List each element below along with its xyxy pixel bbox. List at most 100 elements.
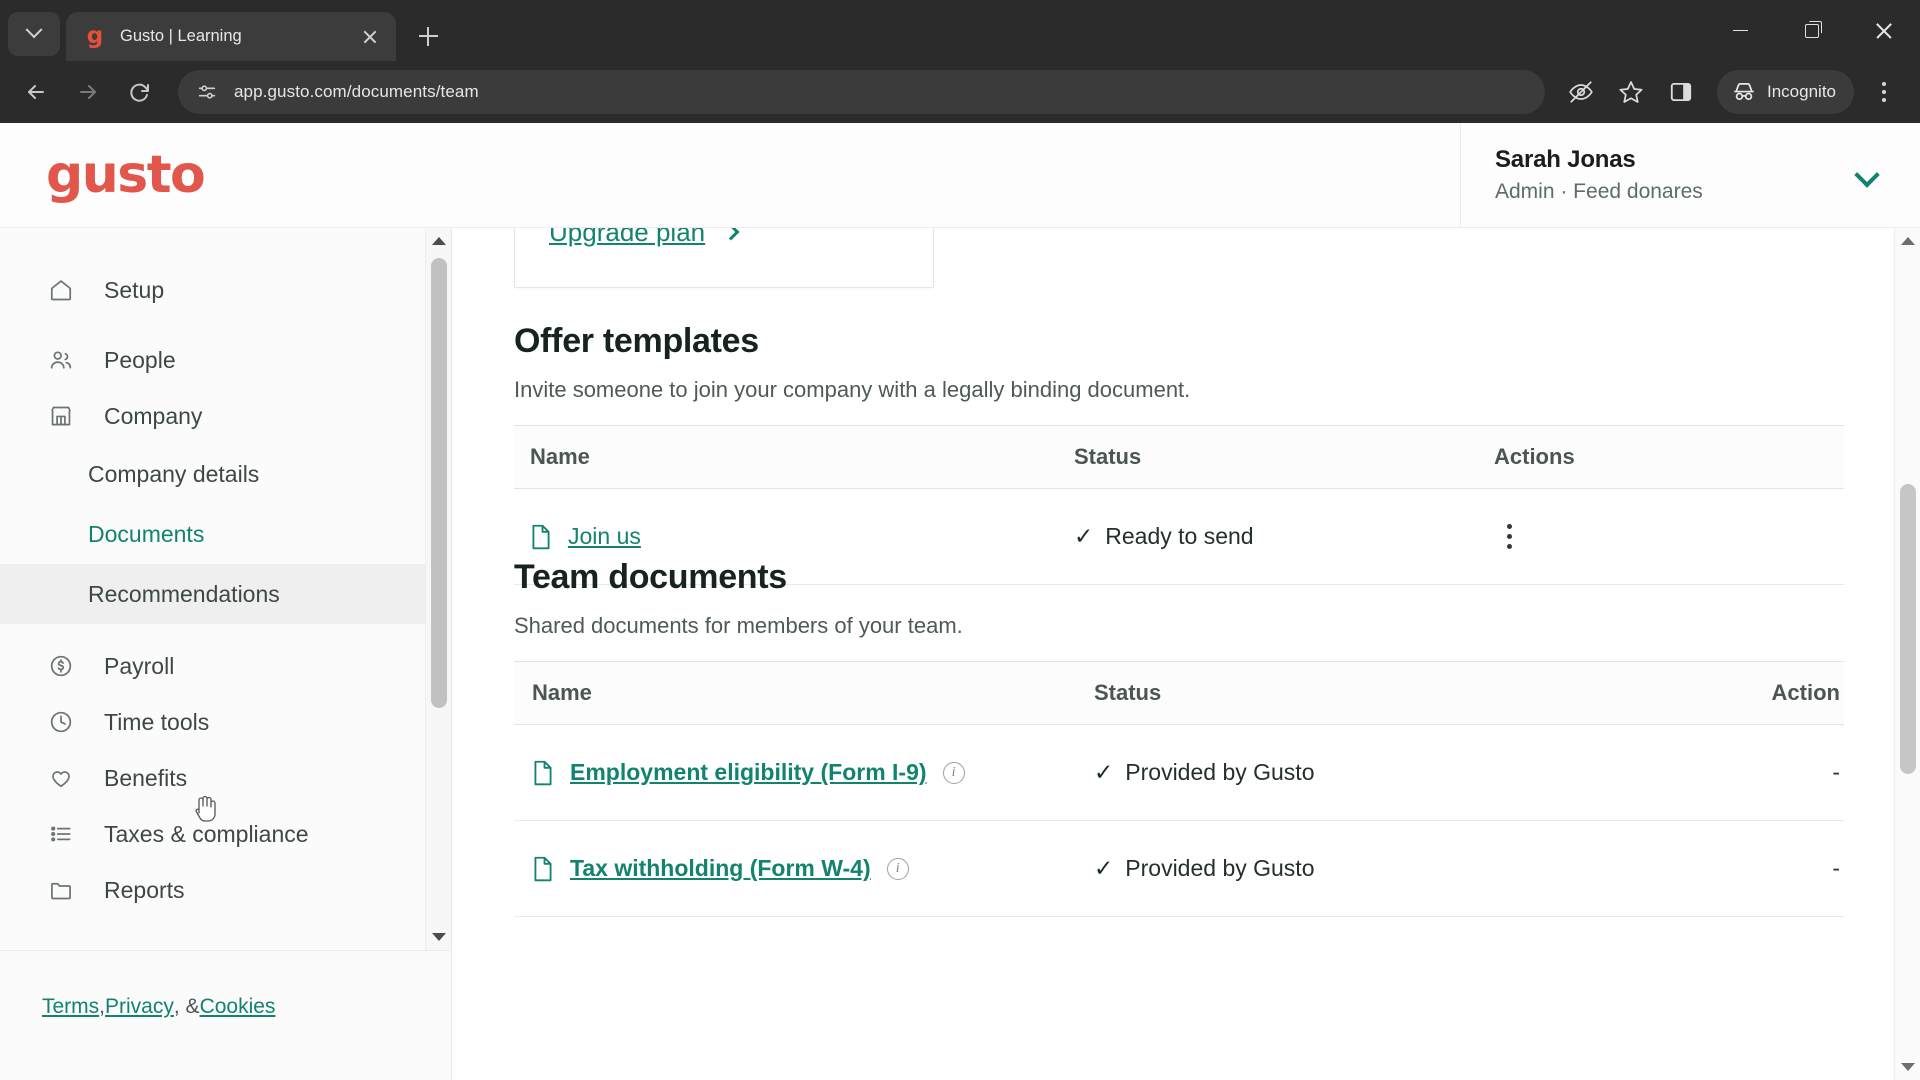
action-value: - <box>1832 855 1840 881</box>
check-icon: ✓ <box>1094 759 1114 785</box>
main-scrollbar[interactable] <box>1894 228 1920 1080</box>
upgrade-plan-link[interactable]: Upgrade plan <box>549 228 740 248</box>
people-icon <box>48 347 78 373</box>
section-subtitle: Invite someone to join your company with… <box>514 377 1191 402</box>
offer-templates-section: Offer templates Invite someone to join y… <box>514 322 1844 585</box>
page-content: gusto Sarah Jonas Admin · Feed donares S… <box>0 122 1920 1080</box>
cookies-link[interactable]: Cookies <box>200 995 276 1019</box>
table-header-row: Name Status Actions <box>514 425 1844 489</box>
gusto-logo[interactable]: gusto <box>46 149 206 201</box>
privacy-link[interactable]: Privacy <box>105 995 174 1019</box>
sidebar-item-reports[interactable]: Reports <box>0 862 451 918</box>
sidebar-item-label: Benefits <box>104 764 188 791</box>
check-icon: ✓ <box>1074 523 1094 549</box>
main-scrollbar-thumb[interactable] <box>1900 484 1916 774</box>
app-header: gusto Sarah Jonas Admin · Feed donares <box>0 122 1920 228</box>
chevron-down-icon <box>25 21 43 39</box>
document-link[interactable]: Employment eligibility (Form I-9) <box>570 759 927 786</box>
cell-status: ✓ Provided by Gusto <box>1094 724 1654 821</box>
sidebar-scrollbar-thumb[interactable] <box>431 258 447 708</box>
kebab-menu-icon[interactable] <box>1494 524 1524 549</box>
footer-sep: , & <box>173 995 200 1018</box>
tab-search-button[interactable] <box>8 12 60 56</box>
scroll-up-arrow-icon[interactable] <box>426 228 451 254</box>
scroll-down-arrow-icon[interactable] <box>1895 1054 1920 1080</box>
incognito-indicator[interactable]: Incognito <box>1717 70 1854 114</box>
sidebar-item-documents[interactable]: Documents <box>0 504 451 564</box>
site-settings-icon[interactable] <box>194 79 220 105</box>
sidebar-item-label: Company details <box>88 460 260 487</box>
eye-off-icon[interactable] <box>1559 70 1603 114</box>
cell-name: Tax withholding (Form W-4) i <box>514 820 1094 917</box>
url-text: app.gusto.com/documents/team <box>234 82 479 101</box>
store-icon <box>48 403 78 429</box>
gusto-favicon-icon: g <box>86 23 104 49</box>
tab-title: Gusto | Learning <box>120 27 242 45</box>
kebab-dot <box>1882 98 1886 102</box>
document-link[interactable]: Join us <box>568 523 641 550</box>
sidebar-item-label: Time tools <box>104 708 210 735</box>
browser-toolbar: app.gusto.com/documents/team Incognito <box>0 61 1920 123</box>
browser-chrome: g Gusto | Learning app.gusto.com/documen… <box>0 0 1920 123</box>
sidebar-item-label: Recommendations <box>88 580 280 607</box>
forward-button[interactable] <box>66 70 110 114</box>
address-bar[interactable]: app.gusto.com/documents/team <box>178 70 1545 114</box>
maximize-button[interactable] <box>1776 0 1848 61</box>
action-value: - <box>1832 759 1840 785</box>
terms-link[interactable]: Terms <box>42 995 99 1019</box>
window-controls <box>1704 0 1920 61</box>
sidebar-item-time-tools[interactable]: Time tools <box>0 694 451 750</box>
status-text: Provided by Gusto <box>1125 855 1315 881</box>
scroll-up-arrow-icon[interactable] <box>1895 228 1920 254</box>
info-icon[interactable]: i <box>942 761 965 784</box>
sidebar-item-setup[interactable]: Setup <box>0 262 451 318</box>
incognito-icon <box>1734 83 1754 101</box>
sidebar-scroll-area: Setup People Company Company details Doc… <box>0 228 451 950</box>
cell-name: Employment eligibility (Form I-9) i <box>514 724 1094 821</box>
info-icon[interactable]: i <box>886 857 909 880</box>
browser-menu-button[interactable] <box>1862 70 1906 114</box>
chevron-right-icon <box>722 228 740 241</box>
sidebar-scrollbar[interactable] <box>425 228 451 950</box>
section-subtitle: Shared documents for members of your tea… <box>514 613 963 638</box>
dollar-circle-icon <box>48 653 78 679</box>
cell-action: - <box>1654 820 1844 917</box>
document-link[interactable]: Tax withholding (Form W-4) <box>570 855 871 882</box>
chevron-down-icon[interactable] <box>1854 162 1880 188</box>
reload-button[interactable] <box>118 70 162 114</box>
file-icon <box>530 524 552 550</box>
back-button[interactable] <box>14 70 58 114</box>
sidebar-item-people[interactable]: People <box>0 332 451 388</box>
user-menu[interactable]: Sarah Jonas Admin · Feed donares <box>1460 122 1920 228</box>
browser-tab[interactable]: g Gusto | Learning <box>66 12 396 61</box>
sidebar-item-label: People <box>104 346 176 373</box>
incognito-label: Incognito <box>1767 82 1836 101</box>
sidebar-item-payroll[interactable]: Payroll <box>0 638 451 694</box>
sidebar-item-taxes-compliance[interactable]: Taxes & compliance <box>0 806 451 862</box>
side-panel-icon[interactable] <box>1659 70 1703 114</box>
tab-strip: g Gusto | Learning <box>0 0 1920 61</box>
sidebar-item-company-details[interactable]: Company details <box>0 444 451 504</box>
close-icon <box>1874 21 1894 41</box>
close-icon[interactable] <box>356 23 384 51</box>
upgrade-plan-label: Upgrade plan <box>549 228 706 247</box>
column-header-status: Status <box>1094 661 1654 725</box>
sidebar-item-recommendations[interactable]: Recommendations <box>0 564 451 624</box>
team-documents-table: Name Status Action Employment eligibilit… <box>514 661 1844 917</box>
column-header-name: Name <box>514 425 1074 489</box>
minimize-button[interactable] <box>1704 0 1776 61</box>
sidebar-item-label: Company <box>104 402 203 429</box>
column-header-status: Status <box>1074 425 1494 489</box>
kebab-dot <box>1882 90 1886 94</box>
cell-status: ✓ Provided by Gusto <box>1094 820 1654 917</box>
file-icon <box>532 760 554 786</box>
upgrade-plan-card: Upgrade plan <box>514 228 934 288</box>
sidebar-item-company[interactable]: Company <box>0 388 451 444</box>
new-tab-button[interactable] <box>408 16 448 56</box>
scroll-down-arrow-icon[interactable] <box>426 924 451 950</box>
sidebar-item-label: Reports <box>104 876 185 903</box>
close-window-button[interactable] <box>1848 0 1920 61</box>
bookmark-star-icon[interactable] <box>1609 70 1653 114</box>
user-role: Admin · Feed donares <box>1495 179 1703 203</box>
sidebar-item-benefits[interactable]: Benefits <box>0 750 451 806</box>
